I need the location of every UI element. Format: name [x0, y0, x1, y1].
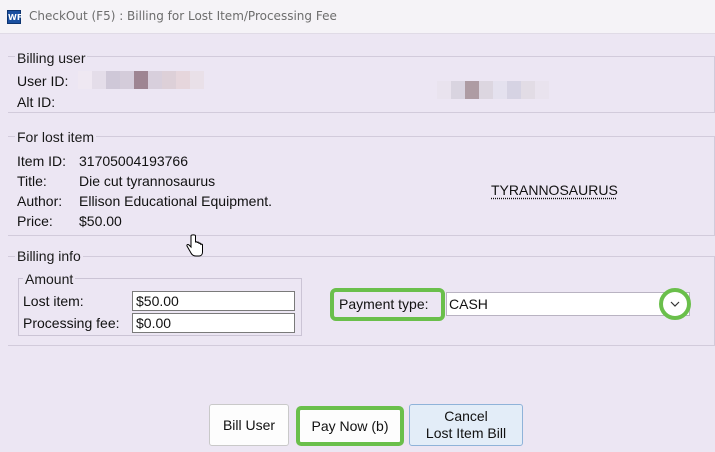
user-name-redacted — [437, 81, 549, 99]
alt-id-label: Alt ID: — [17, 94, 56, 110]
user-id-redacted — [78, 71, 204, 89]
item-id-label: Item ID: — [17, 153, 67, 169]
hand-pointer-icon — [186, 234, 203, 257]
dialog-content: Billing user User ID: Alt ID: For lost i… — [0, 34, 715, 452]
cancel-lost-item-bill-button[interactable]: Cancel Lost Item Bill — [409, 404, 523, 446]
author-value: Ellison Educational Equipment. — [79, 193, 273, 209]
price-label: Price: — [17, 213, 53, 229]
pay-now-label: Pay Now (b) — [311, 417, 389, 434]
lost-item-legend: For lost item — [15, 129, 97, 145]
window-title: CheckOut (F5) : Billing for Lost Item/Pr… — [29, 9, 337, 23]
title-value: Die cut tyrannosaurus — [79, 173, 216, 189]
cancel-label-line2: Lost Item Bill — [425, 425, 507, 441]
payment-type-value[interactable]: CASH — [449, 296, 488, 312]
payment-type-dropdown-button[interactable] — [659, 288, 691, 320]
item-call-label: TYRANNOSAURUS — [491, 182, 618, 198]
item-id-value: 31705004193766 — [79, 153, 189, 169]
bill-user-button[interactable]: Bill User — [209, 404, 289, 446]
payment-type-label: Payment type: — [339, 296, 429, 312]
billing-info-legend: Billing info — [15, 248, 83, 264]
lost-item-amount-input[interactable] — [132, 291, 295, 311]
billing-user-legend: Billing user — [15, 50, 88, 66]
user-id-label: User ID: — [17, 73, 69, 89]
author-label: Author: — [17, 193, 63, 209]
processing-fee-input[interactable] — [132, 313, 295, 333]
bill-user-label: Bill User — [222, 416, 276, 433]
pay-now-button[interactable]: Pay Now (b) — [296, 406, 404, 446]
chevron-down-icon — [670, 301, 680, 307]
processing-fee-label: Processing fee: — [23, 315, 120, 331]
amount-legend: Amount — [23, 271, 76, 287]
cancel-label-line1: Cancel — [444, 408, 488, 424]
lost-item-amount-label: Lost item: — [23, 293, 84, 309]
price-value: $50.00 — [79, 213, 122, 229]
window-titlebar: WF CheckOut (F5) : Billing for Lost Item… — [0, 0, 715, 34]
title-label: Title: — [17, 173, 47, 189]
app-logo-icon: WF — [7, 10, 22, 24]
